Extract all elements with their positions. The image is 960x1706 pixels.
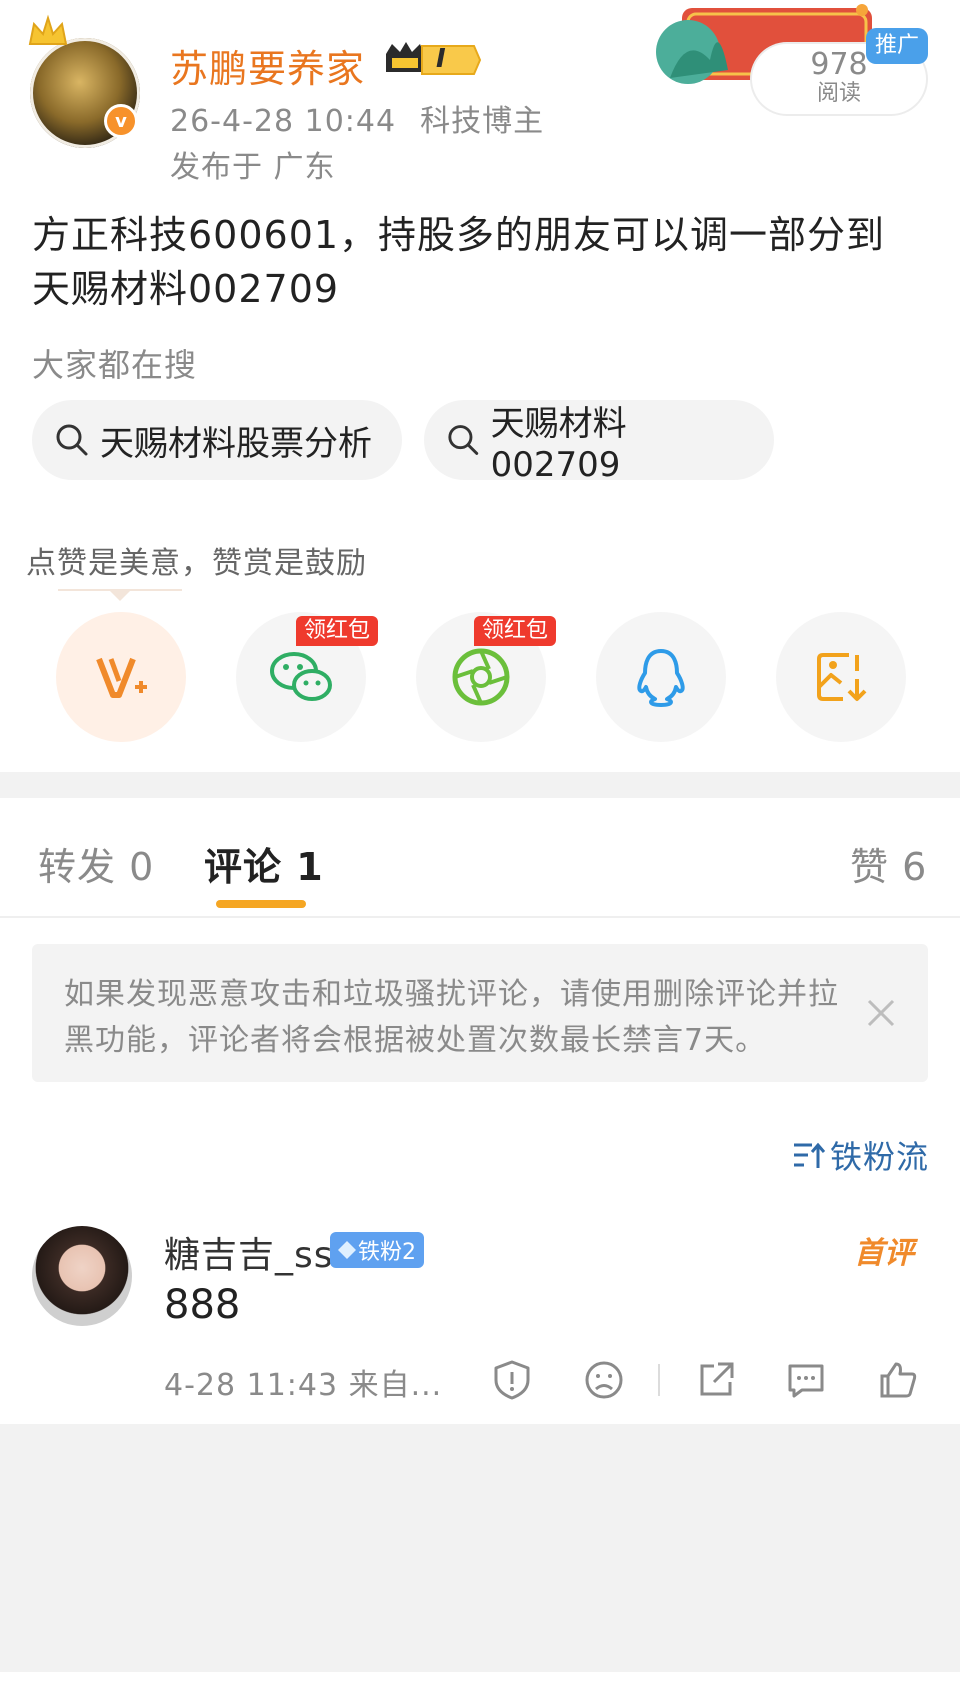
first-comment-badge: 首评 xyxy=(854,1236,914,1271)
crown-icon xyxy=(28,14,68,45)
qq-icon xyxy=(637,649,685,707)
moments-icon xyxy=(452,648,510,706)
fan-level-badge: 铁粉2 xyxy=(330,1232,424,1268)
comment-notice-text: 如果发现恶意攻击和垃圾骚扰评论，请使用删除评论并拉黑功能，评论者将会根据被处置次… xyxy=(64,977,839,1058)
commenter-name[interactable]: 糖吉吉_ss xyxy=(164,1226,334,1278)
wechat-icon xyxy=(270,652,332,701)
dislike-face-icon[interactable] xyxy=(582,1358,626,1402)
red-packet-badge: 领红包 xyxy=(474,616,557,646)
fan-level-label: 铁粉2 xyxy=(358,1240,416,1265)
save-image-icon xyxy=(817,653,867,701)
tab-comment[interactable]: 评论 1 xyxy=(204,836,324,891)
action-divider xyxy=(658,1364,660,1396)
promo-badge[interactable]: 推广 xyxy=(866,28,928,64)
post-timestamp: 26-4-28 10:44 xyxy=(170,104,397,139)
tab-active-indicator xyxy=(216,900,306,908)
vip-level-icon[interactable] xyxy=(382,40,482,80)
verified-badge-icon: v xyxy=(104,104,138,138)
share-qq-button[interactable] xyxy=(596,612,726,742)
empty-area xyxy=(0,1424,960,1672)
tab-like[interactable]: 赞 6 xyxy=(850,836,927,891)
sort-icon xyxy=(794,1142,826,1168)
sort-fans-flow-button[interactable]: 铁粉流 xyxy=(792,1132,929,1178)
comment-text: 888 xyxy=(164,1282,241,1328)
search-chip-label: 天赐材料股票分析 xyxy=(100,423,372,464)
bottom-bar xyxy=(0,1672,960,1706)
reward-tip: 点赞是美意，赞赏是鼓励 xyxy=(26,546,367,581)
tip-arrow-icon xyxy=(110,591,130,601)
search-chip-2[interactable]: 天赐材料002709 xyxy=(424,400,774,485)
post-location: 发布于 广东 xyxy=(170,150,336,185)
comment-meta: 4-28 11:43 来自... xyxy=(164,1368,443,1403)
share-icon[interactable] xyxy=(694,1358,738,1402)
save-image-button[interactable] xyxy=(776,612,906,742)
like-icon[interactable] xyxy=(876,1358,920,1402)
sort-label: 铁粉流 xyxy=(830,1138,930,1176)
search-icon xyxy=(448,425,479,455)
reply-icon[interactable] xyxy=(784,1358,828,1402)
author-username[interactable]: 苏鹏要养家 xyxy=(170,38,365,93)
tab-repost[interactable]: 转发 0 xyxy=(38,836,154,891)
commenter-avatar[interactable] xyxy=(32,1226,132,1326)
report-icon[interactable] xyxy=(490,1358,534,1402)
reward-button[interactable] xyxy=(56,612,186,742)
post-meta: 26-4-28 10:44 科技博主 xyxy=(170,96,544,140)
author-category: 科技博主 xyxy=(420,104,545,139)
search-chip-label: 天赐材料002709 xyxy=(490,403,627,485)
reads-label: 阅读 xyxy=(816,81,861,106)
diamond-icon xyxy=(338,1241,356,1259)
search-icon xyxy=(56,424,88,456)
v-plus-icon xyxy=(96,657,147,698)
section-divider xyxy=(0,772,960,798)
close-icon[interactable] xyxy=(864,996,898,1030)
search-chip-1[interactable]: 天赐材料股票分析 xyxy=(32,400,402,480)
post-text: 方正科技600601，持股多的朋友可以调一部分到天赐材料002709 xyxy=(32,213,886,311)
red-packet-badge: 领红包 xyxy=(296,616,379,646)
tab-divider xyxy=(0,916,960,918)
trending-search-title: 大家都在搜 xyxy=(32,346,198,384)
vip-level-text: I xyxy=(436,44,446,74)
